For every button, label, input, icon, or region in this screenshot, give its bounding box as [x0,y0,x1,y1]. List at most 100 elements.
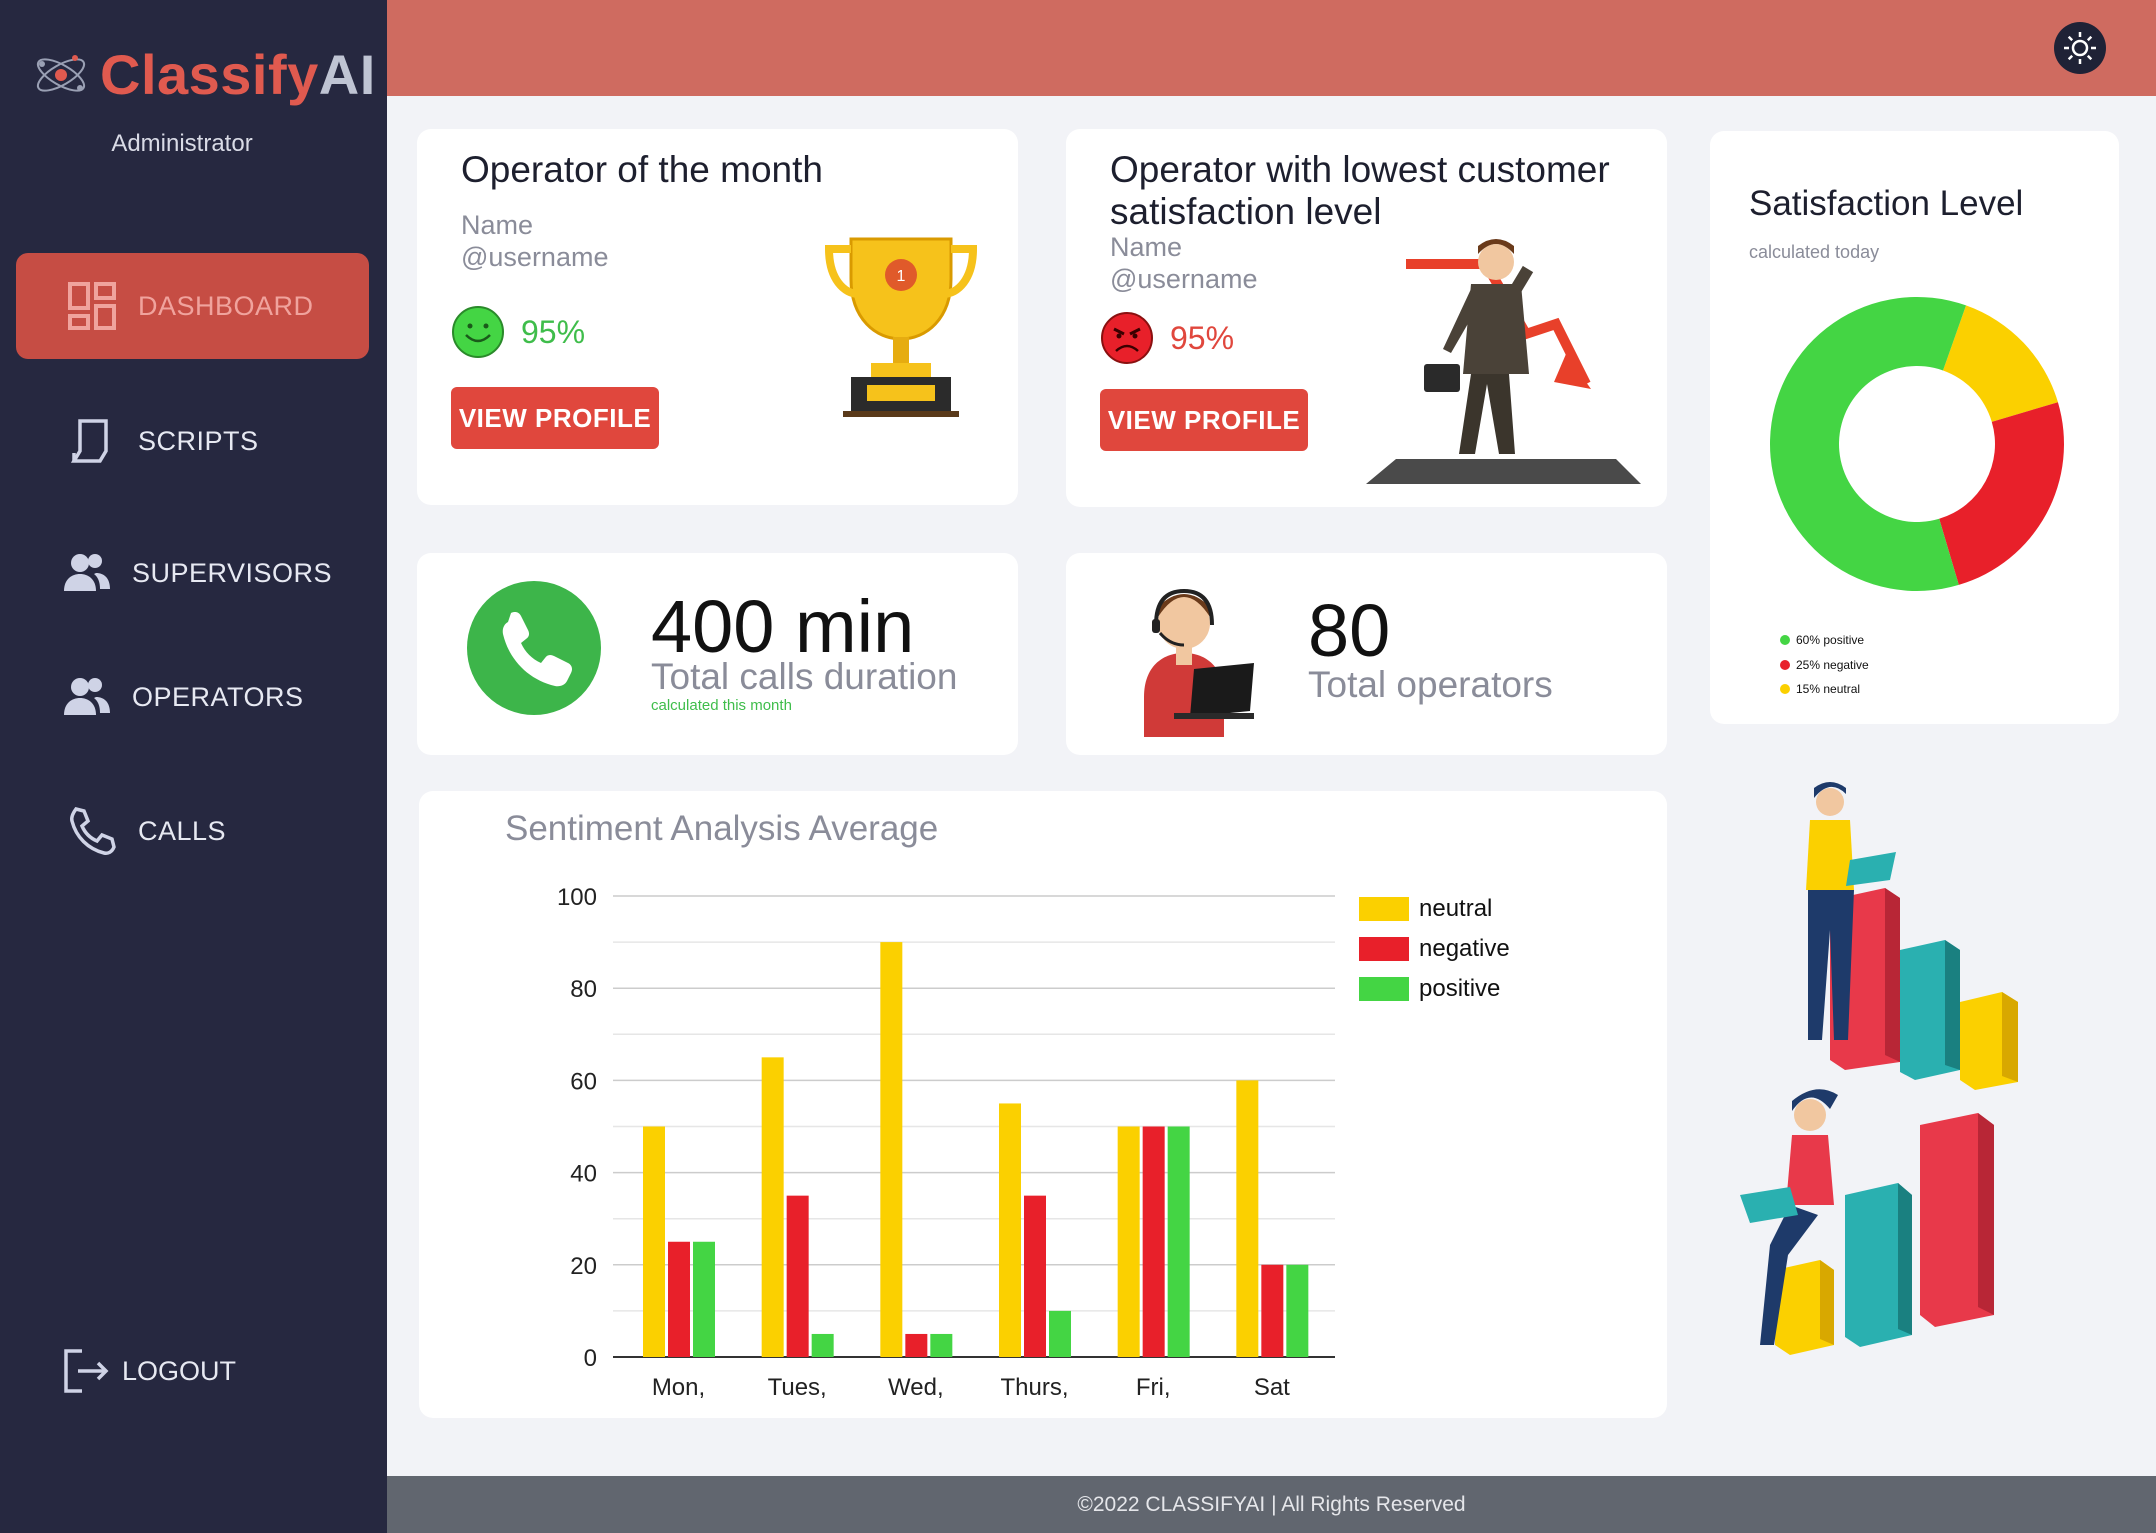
y-tick-label: 20 [570,1253,597,1280]
sidebar: ClassifyAI Administrator DASHBOARD SCRIP… [0,0,387,1533]
pie-legend-label: 15% neutral [1796,682,1861,696]
legend-item-positive: positive [1359,975,1500,1003]
card-title: Satisfaction Level [1749,184,2024,223]
legend-label: neutral [1419,895,1493,922]
brand-name: ClassifyAI [100,42,376,107]
happy-face-icon [452,306,504,358]
calls-duration-label: Total calls duration [651,656,958,697]
satisfaction-score: 95% [1100,311,1234,365]
brand-name-part2: AI [318,43,376,106]
angry-face-icon [1101,312,1153,364]
stressed-man-icon [1366,239,1641,484]
donut-slice-neutral [1943,305,2058,422]
bar-neutral [761,1057,784,1357]
brand-logo[interactable]: ClassifyAI [30,42,376,107]
phone-icon [70,807,116,855]
x-tick-label: Sat [1254,1374,1290,1401]
nav-scripts[interactable]: SCRIPTS [16,388,369,494]
legend-item-negative: negative [1359,935,1510,963]
nav-operators-label: OPERATORS [132,681,304,712]
man-bar-chart-illustration [1806,782,2018,1090]
view-profile-button[interactable]: VIEW PROFILE [451,387,659,449]
operator-of-month-card: Operator of the month Name @username 95%… [417,129,1018,505]
bar-neutral [643,1126,665,1357]
bar-positive [693,1241,715,1357]
legend-swatch-negative [1780,660,1790,670]
view-profile-button[interactable]: VIEW PROFILE [1100,389,1308,451]
bar-positive [1049,1310,1071,1357]
operator-name: Name [461,210,534,240]
bar-neutral [1236,1080,1259,1357]
brand-name-part1: Classify [100,43,319,106]
phone-call-icon [467,581,601,715]
bar-negative [1142,1126,1165,1357]
legend-swatch [1359,897,1409,921]
card-title-line2: satisfaction level [1110,191,1382,232]
nav-scripts-label: SCRIPTS [138,425,259,456]
sentiment-bar-chart: 0 20 40 60 80 100 Mon, Tues, Wed, Thurs, Fri, Sat [557,884,1335,1401]
bar-neutral [999,1103,1021,1357]
bar-positive [930,1333,953,1357]
donut-slice-positive [1770,296,1967,591]
satisfaction-donut-chart [1770,296,2064,591]
y-tick-label: 40 [570,1161,597,1188]
nav-dashboard-label: DASHBOARD [138,290,314,321]
user-role: Administrator [111,130,253,157]
pie-legend-item: 15% neutral [1780,682,1860,696]
theme-toggle-button[interactable] [2054,22,2106,74]
calls-duration-note: calculated this month [651,697,792,714]
svg-text:1: 1 [897,268,906,285]
nav-operators[interactable]: OPERATORS [16,644,369,750]
bar-negative [668,1241,690,1357]
bar-positive [1286,1264,1309,1357]
card-title-line1: Operator with lowest customer [1110,149,1610,190]
bar-negative [1024,1195,1046,1357]
score-percent: 95% [1170,319,1235,356]
x-tick-label: Fri, [1136,1374,1171,1401]
brain-circuit-icon [36,54,86,92]
operator-headset-icon [1144,588,1254,737]
satisfaction-level-card: Satisfaction Level calculated today [1710,131,2119,724]
logout-button[interactable]: LOGOUT [60,1345,236,1397]
trophy-icon: 1 [824,237,978,417]
total-calls-card: 400 min Total calls duration calculated … [417,553,1018,755]
nav-dashboard[interactable]: DASHBOARD [16,253,369,359]
legend-swatch-neutral [1780,684,1790,694]
legend-swatch [1359,937,1409,961]
nav-calls[interactable]: CALLS [16,778,369,884]
legend-swatch [1359,977,1409,1001]
pie-legend-item: 60% positive [1780,633,1864,647]
legend-item-neutral: neutral [1359,895,1492,923]
dashboard-icon [68,282,116,330]
nav-supervisors[interactable]: SUPERVISORS [16,520,369,626]
legend-swatch-positive [1780,635,1790,645]
donut-slice-negative [1939,402,2064,585]
x-tick-label: Mon, [652,1374,705,1401]
script-icon [70,419,108,463]
y-tick-label: 100 [557,884,597,911]
bar-negative [1261,1264,1284,1357]
operator-username: @username [461,242,609,272]
bar-positive [1167,1126,1190,1357]
bar-neutral [1117,1126,1140,1357]
total-operators-card: 80 Total operators [1066,553,1667,755]
pie-legend-label: 60% positive [1796,633,1865,647]
card-subtitle: calculated today [1749,242,1880,262]
x-tick-label: Wed, [888,1374,944,1401]
logout-label: LOGOUT [122,1355,237,1386]
bar-neutral [880,942,903,1357]
logout-icon [64,1349,109,1393]
card-title: Operator of the month [461,149,823,190]
bar-negative [905,1333,928,1357]
woman-bar-chart-illustration [1740,1089,1994,1355]
footer: ©2022 CLASSIFYAI | All Rights Reserved [387,1476,2156,1533]
y-tick-label: 60 [570,1068,597,1095]
calls-duration-value: 400 min [651,585,915,668]
users-icon [64,678,110,715]
top-bar [387,0,2156,96]
x-tick-label: Tues, [768,1374,827,1401]
bar-positive [811,1333,834,1357]
sun-icon [2064,32,2096,64]
operator-lowest-card: Operator with lowest customer satisfacti… [1066,129,1667,507]
pie-legend-label: 25% negative [1796,658,1869,672]
